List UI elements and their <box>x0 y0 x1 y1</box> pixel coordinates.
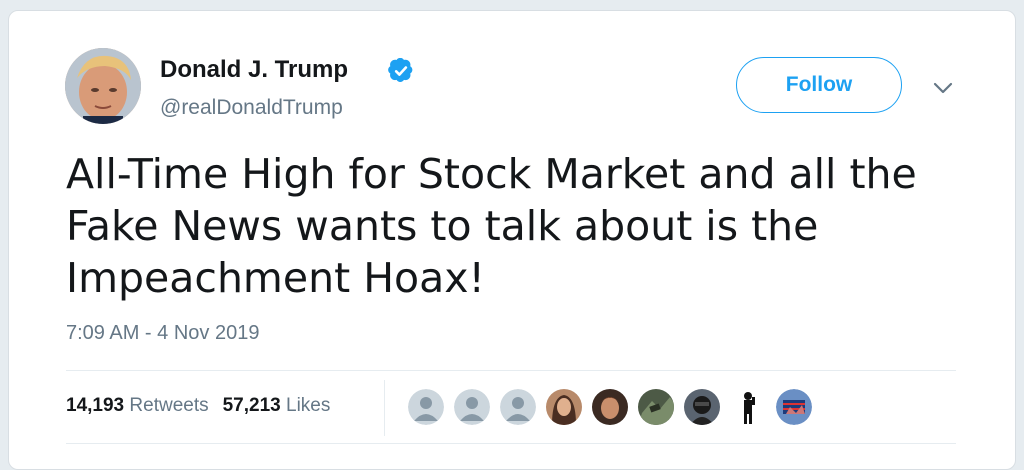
profile-avatar[interactable] <box>65 48 141 124</box>
liker-avatar[interactable] <box>592 389 628 425</box>
user-avatar-photo-icon <box>638 389 674 425</box>
user-display-name[interactable]: Donald J. Trump <box>160 56 348 84</box>
user-avatar-photo-icon <box>730 389 766 425</box>
tweet-stats: 14,193 Retweets 57,213 Likes <box>66 395 330 417</box>
likes-label: Likes <box>286 395 331 416</box>
divider-top <box>66 370 956 371</box>
liker-avatar[interactable] <box>500 389 536 425</box>
tweet-text: All-Time High for Stock Market and all t… <box>66 150 917 302</box>
verified-badge-icon <box>388 58 413 83</box>
user-avatar-photo-icon <box>684 389 720 425</box>
stats-separator <box>384 380 385 436</box>
user-handle[interactable]: @realDonaldTrump <box>160 96 343 120</box>
liker-avatar[interactable] <box>408 389 444 425</box>
user-avatar-photo-icon <box>592 389 628 425</box>
default-avatar-icon <box>500 389 536 425</box>
liker-avatar[interactable] <box>546 389 582 425</box>
profile-photo-icon <box>65 48 141 124</box>
default-avatar-icon <box>454 389 490 425</box>
divider-bottom <box>66 443 956 444</box>
retweets-stat[interactable]: 14,193 Retweets <box>66 395 209 416</box>
retweets-label: Retweets <box>129 395 209 416</box>
default-avatar-icon <box>408 389 444 425</box>
liker-avatar[interactable] <box>730 389 766 425</box>
follow-button[interactable]: Follow <box>736 57 902 113</box>
likes-count: 57,213 <box>222 395 281 416</box>
user-avatar-photo-icon <box>546 389 582 425</box>
user-avatar-photo-icon <box>776 389 812 425</box>
retweets-count: 14,193 <box>66 395 125 416</box>
tweet-timestamp[interactable]: 7:09 AM - 4 Nov 2019 <box>66 322 259 345</box>
liker-avatar[interactable] <box>454 389 490 425</box>
chevron-down-icon[interactable] <box>932 80 954 96</box>
liker-avatar[interactable] <box>776 389 812 425</box>
liker-avatar[interactable] <box>638 389 674 425</box>
likes-stat[interactable]: 57,213 Likes <box>223 395 331 416</box>
liker-avatar[interactable] <box>684 389 720 425</box>
